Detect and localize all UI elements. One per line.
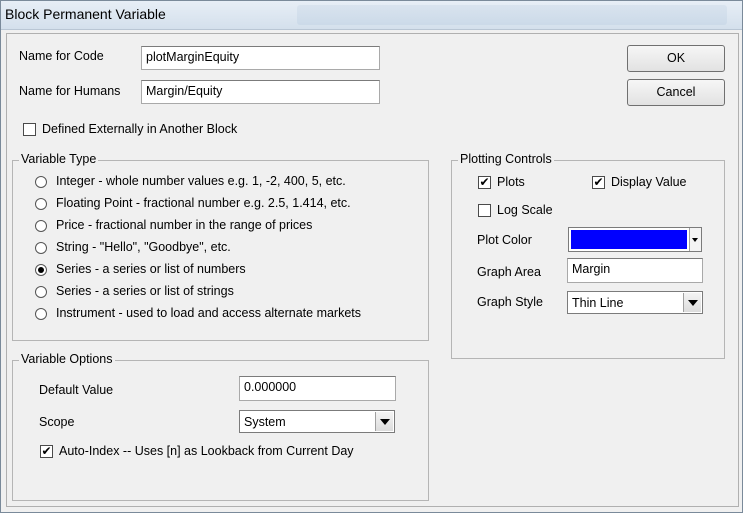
scope-select[interactable]: System — [239, 410, 395, 433]
radio-series-strings[interactable] — [35, 286, 47, 298]
plots-checkbox[interactable]: ✔ — [478, 176, 491, 189]
title-bar[interactable]: Block Permanent Variable — [1, 1, 742, 30]
auto-index-checkbox[interactable]: ✔ — [40, 445, 53, 458]
plot-color-swatch — [571, 230, 687, 249]
radio-price-label: Price - fractional number in the range o… — [56, 218, 313, 232]
plotting-controls-legend: Plotting Controls — [458, 152, 554, 166]
defined-externally-label: Defined Externally in Another Block — [42, 122, 238, 136]
radio-integer[interactable] — [35, 176, 47, 188]
window-title: Block Permanent Variable — [5, 6, 166, 22]
log-scale-label: Log Scale — [497, 203, 553, 217]
radio-price[interactable] — [35, 220, 47, 232]
variable-type-legend: Variable Type — [19, 152, 99, 166]
plots-label: Plots — [497, 175, 525, 189]
graph-style-dropdown-arrow-icon[interactable] — [683, 293, 701, 312]
graph-style-select[interactable]: Thin Line — [567, 291, 703, 314]
plot-color-label: Plot Color — [477, 233, 532, 247]
log-scale-checkbox[interactable] — [478, 204, 491, 217]
dialog-window: Block Permanent Variable Name for Code p… — [0, 0, 743, 513]
plot-color-dropdown-arrow-icon[interactable] — [689, 228, 701, 251]
ok-button[interactable]: OK — [627, 45, 725, 72]
background-window-ghost — [297, 5, 727, 25]
radio-floating-point-label: Floating Point - fractional number e.g. … — [56, 196, 351, 210]
radio-string[interactable] — [35, 242, 47, 254]
radio-series-numbers-label: Series - a series or list of numbers — [56, 262, 246, 276]
name-for-humans-input[interactable]: Margin/Equity — [141, 80, 380, 104]
radio-string-label: String - "Hello", "Goodbye", etc. — [56, 240, 231, 254]
name-for-humans-label: Name for Humans — [19, 84, 121, 98]
auto-index-label: Auto-Index -- Uses [n] as Lookback from … — [59, 444, 354, 458]
default-value-input[interactable]: 0.000000 — [239, 376, 396, 401]
dialog-body: Name for Code plotMarginEquity Name for … — [6, 33, 739, 507]
graph-area-label: Graph Area — [477, 265, 541, 279]
defined-externally-checkbox[interactable] — [23, 123, 36, 136]
variable-options-legend: Variable Options — [19, 352, 115, 366]
graph-style-select-value: Thin Line — [572, 296, 624, 310]
display-value-checkbox[interactable]: ✔ — [592, 176, 605, 189]
scope-label: Scope — [39, 415, 75, 429]
scope-select-value: System — [244, 415, 286, 429]
default-value-label: Default Value — [39, 383, 114, 397]
radio-instrument[interactable] — [35, 308, 47, 320]
cancel-button[interactable]: Cancel — [627, 79, 725, 106]
radio-series-strings-label: Series - a series or list of strings — [56, 284, 234, 298]
radio-integer-label: Integer - whole number values e.g. 1, -2… — [56, 174, 346, 188]
name-for-code-label: Name for Code — [19, 49, 104, 63]
radio-floating-point[interactable] — [35, 198, 47, 210]
display-value-label: Display Value — [611, 175, 687, 189]
plot-color-picker[interactable] — [568, 227, 702, 252]
graph-style-label: Graph Style — [477, 295, 544, 309]
graph-area-input[interactable]: Margin — [567, 258, 703, 283]
name-for-code-input[interactable]: plotMarginEquity — [141, 46, 380, 70]
radio-series-numbers[interactable] — [35, 264, 47, 276]
scope-dropdown-arrow-icon[interactable] — [375, 412, 393, 431]
radio-instrument-label: Instrument - used to load and access alt… — [56, 306, 362, 320]
